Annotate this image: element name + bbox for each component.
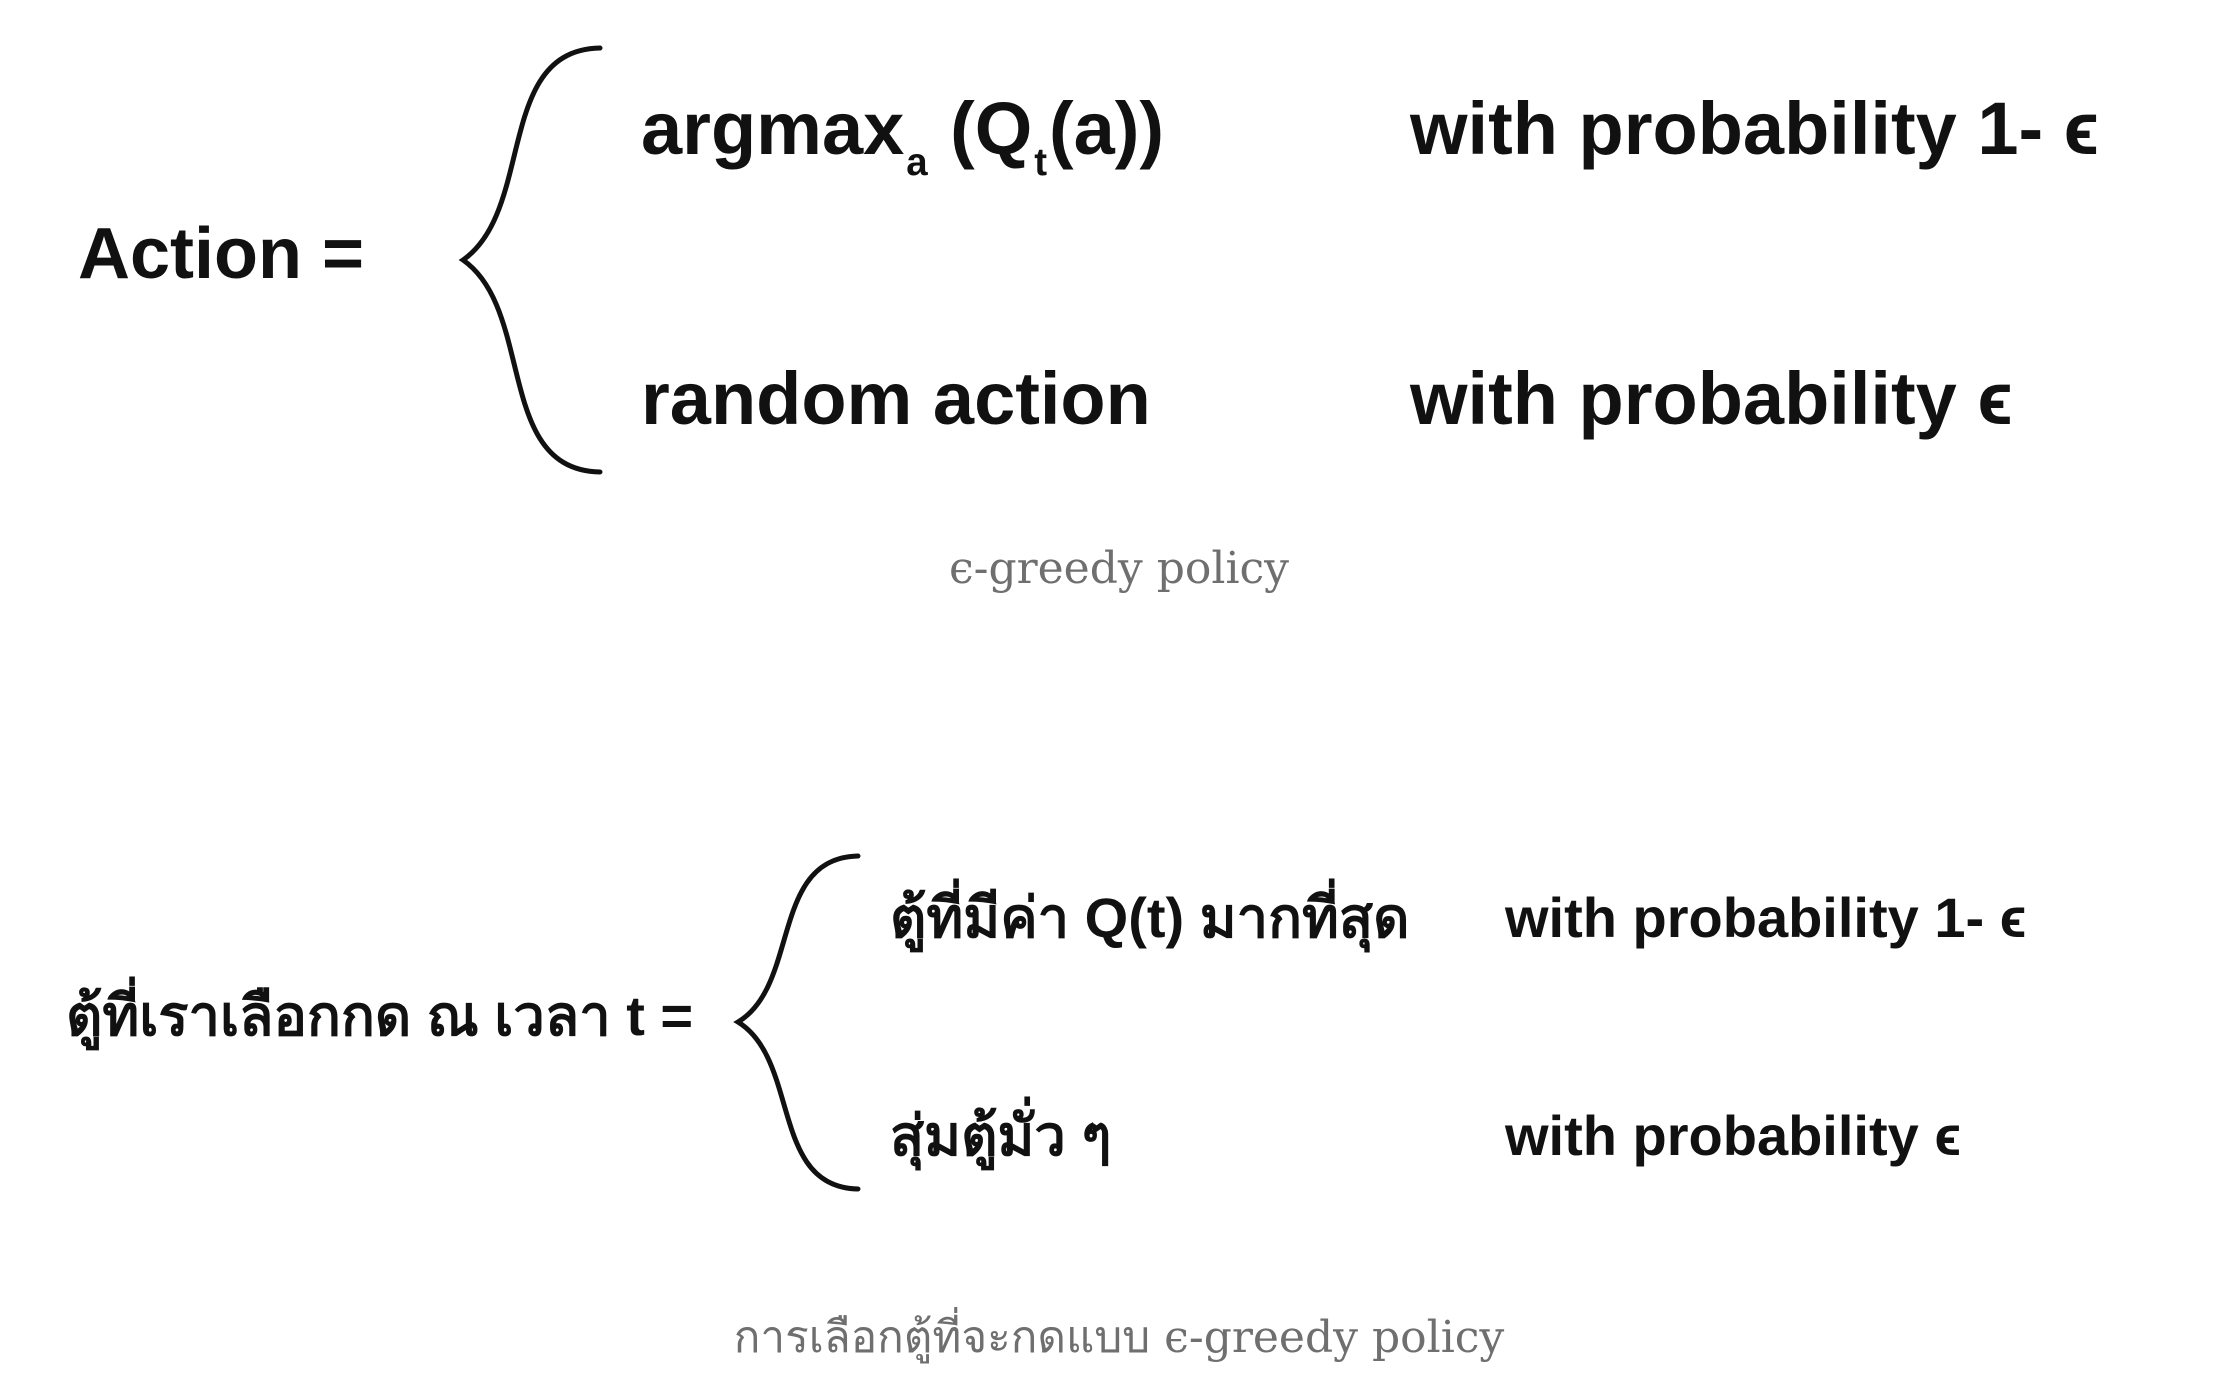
left-curly-brace: [733, 853, 861, 1192]
case-max-q-expression: ตู้ที่มีค่า Q(t) มากที่สุด: [890, 886, 1410, 949]
q-args-text: (a)): [1048, 87, 1165, 170]
argmax-subscript-a: a: [906, 141, 928, 185]
argmax-text: argmax: [641, 87, 905, 170]
case-2-condition: with probability ϵ: [1505, 1104, 1962, 1167]
case-random-action-expression: random action: [641, 357, 1151, 440]
case-2-condition: with probability ϵ: [1410, 357, 2013, 440]
formula-lhs-thai: ตู้ที่เราเลือกกด ณ เวลา t =: [66, 984, 694, 1047]
figure-caption-epsilon-greedy: ϵ-greedy policy: [948, 543, 1290, 594]
q-subscript-t: t: [1034, 141, 1048, 185]
case-1-condition: with probability 1- ϵ: [1410, 87, 2100, 170]
left-curly-brace: [458, 45, 603, 475]
q-open-text: (Q: [929, 87, 1033, 170]
case-random-expression: สุ่มตู้มั่ว ๆ: [890, 1104, 1112, 1167]
case-argmax-expression: argmaxa (Qt(a)): [641, 92, 1164, 182]
figure-caption-thai: การเลือกตู้ที่จะกดแบบ ϵ-greedy policy: [733, 1312, 1505, 1363]
case-1-condition: with probability 1- ϵ: [1505, 886, 2027, 949]
formula-lhs-action: Action =: [78, 214, 365, 294]
